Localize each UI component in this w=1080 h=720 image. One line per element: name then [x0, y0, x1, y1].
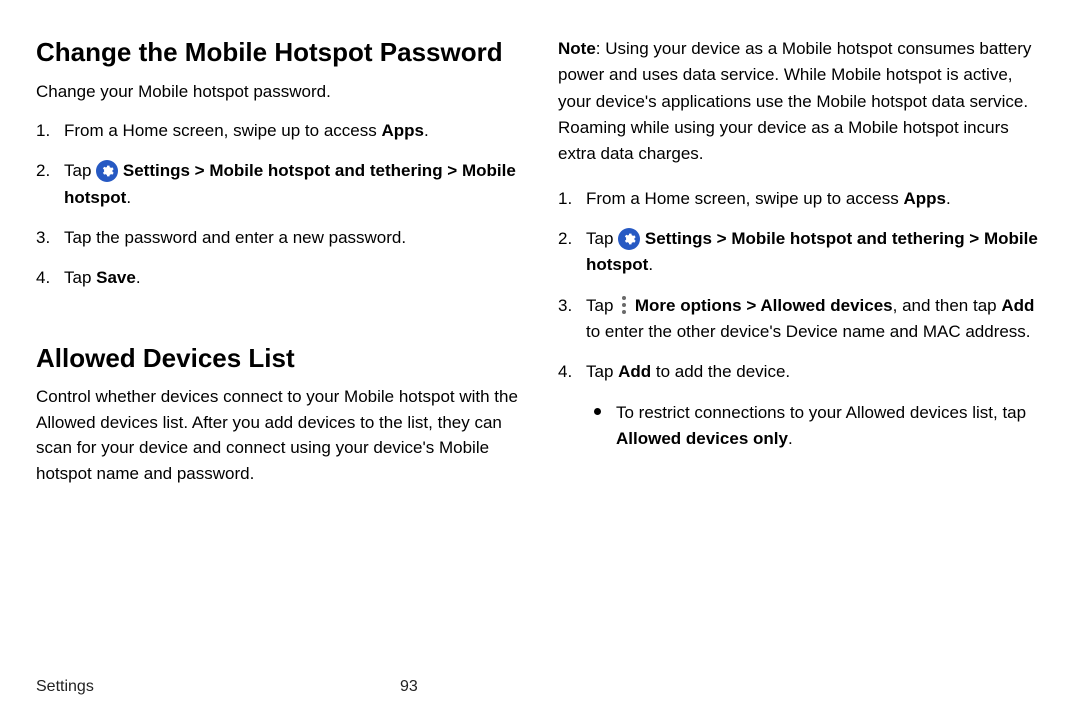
sep: > [712, 229, 731, 248]
step-text: to enter the other device's Device name … [586, 322, 1031, 341]
step-text: From a Home screen, swipe up to access [586, 189, 903, 208]
step-3: Tap More options > Allowed devices, and … [558, 293, 1044, 346]
sub-bullet: To restrict connections to your Allowed … [594, 400, 1044, 453]
left-column: Change the Mobile Hotspot Password Chang… [36, 36, 522, 656]
step-1: From a Home screen, swipe up to access A… [558, 186, 1044, 212]
step-text: Tap [586, 362, 618, 381]
save-label: Save [96, 268, 136, 287]
step-2: Tap Settings > Mobile hotspot and tether… [558, 226, 1044, 279]
page-footer: Settings 93 [36, 678, 1044, 696]
more-options-label: More options [635, 296, 742, 315]
bullet-text: . [788, 429, 793, 448]
right-column: Note: Using your device as a Mobile hots… [558, 36, 1044, 656]
settings-gear-icon [618, 228, 640, 250]
step-4: Tap Save. [36, 265, 522, 291]
hotspot-tethering-label: Mobile hotspot and tethering [209, 161, 442, 180]
sub-bullets: To restrict connections to your Allowed … [586, 400, 1044, 453]
intro-change-password: Change your Mobile hotspot password. [36, 79, 522, 105]
page-number: 93 [400, 678, 418, 696]
sep: > [965, 229, 984, 248]
hotspot-tethering-label: Mobile hotspot and tethering [731, 229, 964, 248]
sep: > [443, 161, 462, 180]
sep: > [190, 161, 209, 180]
apps-label: Apps [381, 121, 424, 140]
note-body: : Using your device as a Mobile hotspot … [558, 39, 1031, 163]
step-text: . [946, 189, 951, 208]
step-4: Tap Add to add the device. To restrict c… [558, 359, 1044, 452]
settings-gear-icon [96, 160, 118, 182]
allowed-only-label: Allowed devices only [616, 429, 788, 448]
allowed-devices-label: Allowed devices [760, 296, 892, 315]
step-text: Tap [586, 296, 618, 315]
settings-label: Settings [645, 229, 712, 248]
intro-allowed-devices: Control whether devices connect to your … [36, 384, 522, 486]
note-label: Note [558, 39, 596, 58]
step-text: . [126, 188, 131, 207]
step-text: . [424, 121, 429, 140]
sep: > [742, 296, 761, 315]
add-label: Add [618, 362, 651, 381]
step-1: From a Home screen, swipe up to access A… [36, 118, 522, 144]
step-text: , and then tap [893, 296, 1002, 315]
apps-label: Apps [903, 189, 946, 208]
heading-change-password: Change the Mobile Hotspot Password [36, 36, 522, 69]
step-text: Tap [64, 268, 96, 287]
more-options-icon [620, 296, 628, 314]
two-column-layout: Change the Mobile Hotspot Password Chang… [36, 36, 1044, 656]
note-paragraph: Note: Using your device as a Mobile hots… [558, 36, 1044, 168]
settings-label: Settings [123, 161, 190, 180]
add-label: Add [1001, 296, 1034, 315]
step-text: Tap [64, 161, 96, 180]
step-text: Tap [586, 229, 618, 248]
step-text: . [136, 268, 141, 287]
step-text: From a Home screen, swipe up to access [64, 121, 381, 140]
steps-change-password: From a Home screen, swipe up to access A… [36, 118, 522, 306]
footer-section: Settings [36, 678, 94, 695]
steps-allowed-devices: From a Home screen, swipe up to access A… [558, 186, 1044, 467]
step-3: Tap the password and enter a new passwor… [36, 225, 522, 251]
step-text: to add the device. [651, 362, 790, 381]
step-text: . [648, 255, 653, 274]
step-2: Tap Settings > Mobile hotspot and tether… [36, 158, 522, 211]
bullet-text: To restrict connections to your Allowed … [616, 403, 1026, 422]
heading-allowed-devices: Allowed Devices List [36, 342, 522, 375]
step-text: Tap the password and enter a new passwor… [64, 228, 406, 247]
